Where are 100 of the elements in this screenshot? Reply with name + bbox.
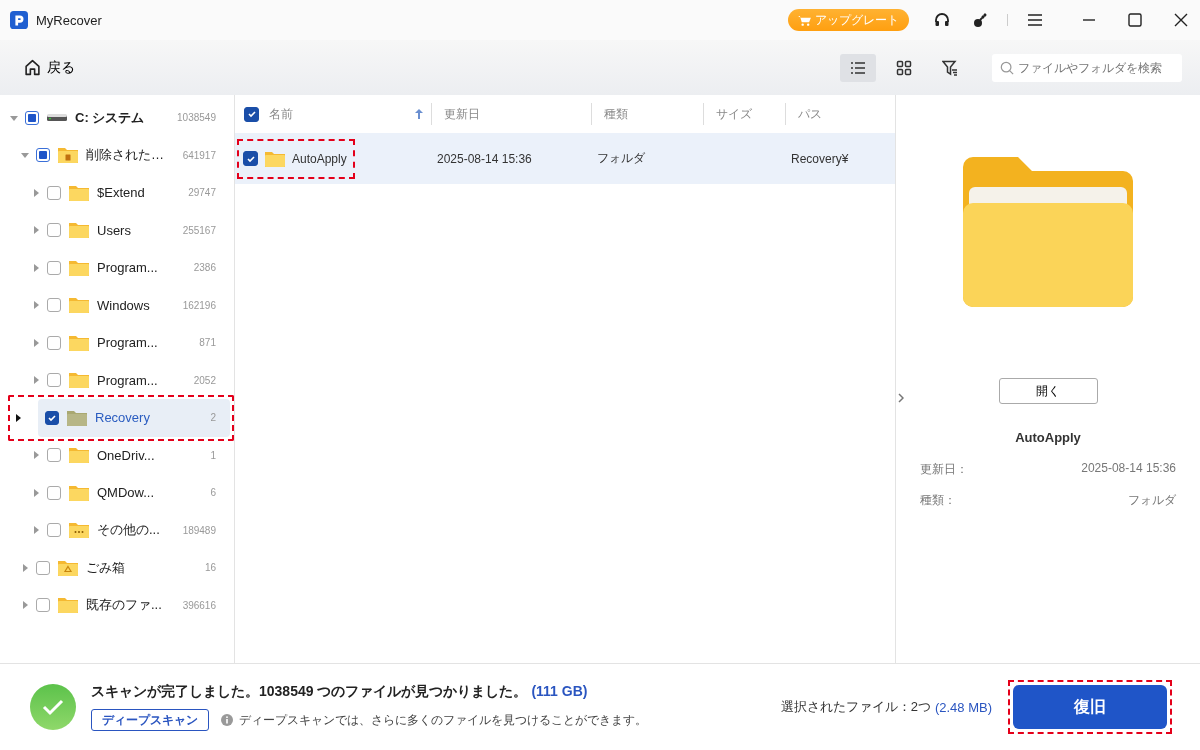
tree-item[interactable]: C: システム 1038549 — [4, 99, 230, 137]
checkbox[interactable] — [47, 298, 61, 313]
tree-item-label: Recovery — [95, 410, 151, 426]
checkbox[interactable] — [243, 151, 258, 166]
folder-icon — [68, 220, 90, 241]
headset-icon[interactable] — [934, 12, 950, 28]
tree-item-label: OneDriv... — [97, 447, 156, 463]
folder-icon — [68, 370, 90, 391]
search-icon — [1000, 60, 1014, 75]
open-button[interactable]: 開く — [998, 378, 1098, 404]
item-count: 2 — [210, 412, 216, 424]
item-count: 396616 — [182, 599, 216, 611]
tree-item-label: Program... — [97, 260, 159, 276]
app-logo-icon — [10, 11, 28, 29]
tree-item-label: ごみ箱 — [86, 558, 126, 577]
file-name: AutoApply — [1015, 430, 1081, 445]
item-count: 255167 — [182, 224, 216, 236]
window-title: MyRecover — [36, 12, 102, 28]
tree-item-label: Program... — [97, 372, 159, 388]
checkbox[interactable] — [45, 410, 59, 425]
checkmark-icon — [246, 109, 257, 119]
grid-icon — [896, 59, 912, 76]
file-path: Recovery¥ — [791, 151, 849, 166]
checkmark-icon — [245, 153, 256, 164]
item-count: 1 — [210, 449, 216, 461]
tree-item[interactable]: QMDow... 6 — [4, 474, 230, 512]
folder-icon — [68, 295, 90, 316]
column-header[interactable]: 種類 — [591, 103, 703, 125]
tree-item[interactable]: ごみ箱 16 — [4, 549, 230, 587]
file-row[interactable]: AutoApply 2025-08-14 15:36 フォルダ Recovery¥ — [235, 133, 895, 184]
tree-item[interactable]: その他の... 189489 — [4, 511, 230, 549]
tree-item-label: Windows — [97, 297, 151, 313]
tree-item[interactable]: 既存のファ... 396616 — [4, 586, 230, 624]
sort-arrow-icon[interactable] — [415, 109, 423, 119]
tree-item-label: その他の... — [97, 521, 161, 540]
item-count: 871 — [199, 337, 216, 349]
cart-icon — [798, 14, 811, 26]
checkbox[interactable] — [47, 260, 61, 275]
column-header[interactable]: サイズ — [703, 103, 785, 125]
tree-item-label: 削除された… — [86, 146, 165, 165]
item-count: 2052 — [193, 374, 216, 386]
tree-item-label: QMDow... — [97, 485, 156, 501]
tree-item-label: 既存のファ... — [86, 596, 163, 615]
tree-item[interactable]: OneDriv... 1 — [4, 436, 230, 474]
back-button[interactable]: 戻る — [24, 58, 75, 77]
tree-item[interactable]: 削除された… 641917 — [4, 136, 230, 174]
tree-item[interactable]: $Extend 29747 — [4, 174, 230, 212]
list-view-button[interactable] — [840, 53, 876, 82]
checkbox[interactable] — [47, 335, 61, 350]
item-count: 1038549 — [177, 112, 216, 124]
column-header[interactable]: 名前 — [235, 103, 431, 125]
column-header[interactable]: 更新日 — [431, 103, 591, 125]
checkbox[interactable] — [47, 223, 61, 238]
deep-scan-button[interactable]: ディープスキャン — [91, 709, 209, 731]
item-count: 641917 — [182, 149, 216, 161]
tree-item-label: Program... — [97, 335, 159, 351]
chevron-right-icon[interactable] — [898, 393, 904, 403]
hint-text: ディープスキャンでは、さらに多くのファイルを見つけることができます。 — [239, 711, 647, 729]
search-field[interactable]: ファイルやフォルダを検索 — [992, 53, 1182, 82]
checkbox[interactable] — [47, 485, 61, 500]
drive-icon — [46, 113, 68, 123]
checkbox[interactable] — [47, 185, 61, 200]
total-size: (111 GB) — [531, 683, 588, 701]
menu-icon[interactable] — [1027, 12, 1043, 28]
item-count: 6 — [210, 487, 216, 499]
item-count: 162196 — [182, 299, 216, 311]
filter-icon — [942, 59, 958, 76]
checkbox[interactable] — [47, 373, 61, 388]
selected-files-text: 選択されたファイル：2つ — [780, 698, 931, 716]
item-count: 29747 — [188, 187, 216, 199]
tree-item[interactable]: Program... 2386 — [4, 249, 230, 287]
checkbox[interactable] — [36, 560, 50, 575]
close-icon[interactable] — [1174, 13, 1188, 27]
checkbox[interactable] — [47, 448, 61, 463]
checkbox[interactable] — [47, 523, 61, 538]
detail-value: 2025-08-14 15:36 — [1081, 461, 1176, 477]
column-header[interactable]: パス — [785, 103, 895, 125]
info-icon — [221, 714, 233, 726]
checkbox[interactable] — [25, 110, 39, 125]
tree-item[interactable]: Users 255167 — [4, 211, 230, 249]
file-name: AutoApply — [292, 151, 347, 166]
success-check-icon — [30, 684, 76, 730]
detail-value: フォルダ — [1128, 492, 1176, 509]
expand-arrow-icon[interactable] — [14, 413, 22, 422]
trash-folder-icon — [57, 145, 79, 166]
recover-button[interactable]: 復旧 — [1013, 685, 1167, 729]
tree-item[interactable]: Windows 162196 — [4, 286, 230, 324]
detail-label: 更新日： — [920, 461, 968, 478]
checkbox[interactable] — [36, 598, 50, 613]
checkbox[interactable] — [36, 148, 50, 163]
tree-item[interactable]: Program... 871 — [4, 324, 230, 362]
list-icon — [850, 59, 866, 76]
key-icon[interactable] — [972, 12, 988, 28]
select-all-checkbox[interactable] — [244, 106, 259, 122]
scan-status-text: スキャンが完了しました。1038549 つのファイルが見つかりました。 — [91, 683, 528, 701]
tree-item-label: C: システム — [75, 108, 146, 127]
detail-label: 種類： — [920, 492, 956, 509]
maximize-icon[interactable] — [1128, 13, 1142, 27]
ellipsis-folder-icon — [68, 520, 90, 541]
tree-item[interactable]: Program... 2052 — [4, 361, 230, 399]
